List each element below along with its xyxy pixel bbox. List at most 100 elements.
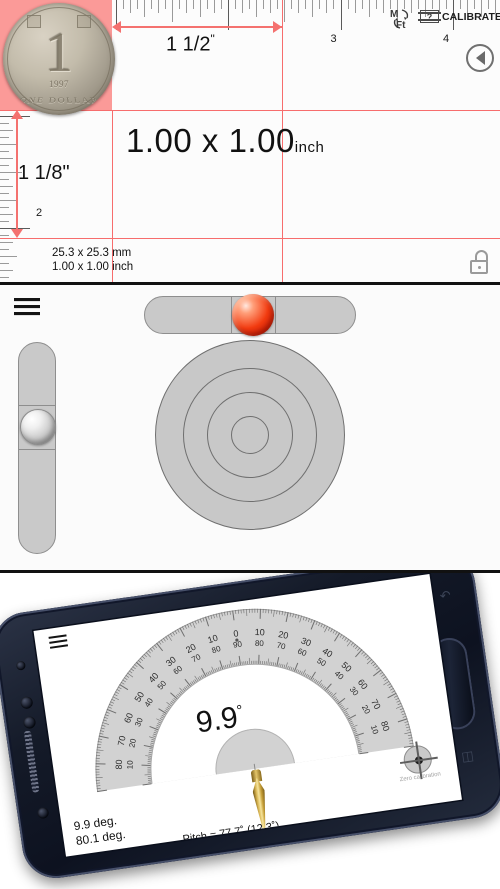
level-target-dial[interactable] <box>155 340 345 530</box>
protractor-tick <box>397 718 408 723</box>
protractor-tick <box>357 647 361 651</box>
protractor-tick <box>147 757 151 759</box>
phone-mic-icon <box>36 806 50 820</box>
calibrate-button[interactable]: ? CALIBRATE <box>418 8 500 25</box>
protractor-tick <box>363 653 367 657</box>
protractor-tick <box>304 673 307 677</box>
protractor-tick <box>329 691 332 695</box>
protractor-inner-number: 40 <box>143 696 156 709</box>
protractor-outer-number: 10 <box>206 633 219 646</box>
protractor-tick <box>335 631 338 635</box>
protractor-tick <box>95 774 100 776</box>
protractor-tick <box>191 681 194 685</box>
protractor-tick <box>108 703 113 707</box>
protractor-tick <box>348 719 352 722</box>
protractor-tick <box>160 716 164 719</box>
protractor-tick <box>353 731 357 733</box>
protractor-tick <box>245 661 247 665</box>
protractor-tick <box>182 626 185 631</box>
ruler-tick <box>0 213 13 215</box>
ruler-tick <box>0 164 9 166</box>
protractor-tick <box>97 741 102 743</box>
ruler-tick <box>136 0 138 9</box>
protractor-tick <box>383 680 390 686</box>
protractor-tick <box>384 678 388 682</box>
protractor-tick <box>322 685 325 689</box>
protractor-tick <box>357 745 362 747</box>
protractor-inner-number: 70 <box>190 652 203 664</box>
protractor-tick <box>310 620 316 630</box>
protractor-tick <box>276 610 278 615</box>
protractor-tick <box>281 611 283 616</box>
protractor-tick <box>215 613 218 618</box>
protractor-tick <box>223 665 225 669</box>
back-button[interactable] <box>466 44 494 72</box>
ruler-tick <box>347 0 349 9</box>
protractor-tick <box>312 677 315 681</box>
vertical-vial <box>18 342 56 554</box>
protractor-tick <box>292 667 295 671</box>
protractor-tick <box>299 670 302 674</box>
phone-device: ↶ ◫ 80 70 60 50 40 30 20 10 0 10 20 30 40 50 60 70 80 10 2… <box>0 573 500 889</box>
lock-toggle-button[interactable] <box>470 250 490 274</box>
protractor-tick <box>397 702 402 706</box>
protractor-zero-calibration-button[interactable]: Zero calibration <box>392 741 445 788</box>
protractor-tick <box>370 661 375 665</box>
protractor-tick <box>95 763 106 765</box>
protractor-tick <box>352 643 356 648</box>
level-menu-button[interactable] <box>14 298 40 316</box>
protractor-tick <box>147 759 151 761</box>
protractor-inner-number: 50 <box>315 656 328 669</box>
protractor-tick <box>240 609 242 614</box>
protractor-tick <box>330 693 334 696</box>
ruler-top-number: 3 <box>330 33 337 45</box>
selection-guide-bottom[interactable] <box>0 238 500 239</box>
protractor-tick <box>313 678 316 682</box>
ruler-tick <box>291 0 293 9</box>
protractor-tick <box>257 608 258 613</box>
protractor-tick <box>175 695 179 698</box>
ruler-tick <box>235 0 237 9</box>
back-soft-key-icon[interactable]: ↶ <box>439 587 452 604</box>
recent-apps-soft-key-icon[interactable]: ◫ <box>460 748 474 766</box>
protractor-tick <box>339 634 343 638</box>
height-label: 1 1/8" <box>18 162 70 184</box>
ruler-tick <box>178 0 180 9</box>
protractor-tick <box>336 700 340 703</box>
protractor-tick <box>199 618 202 623</box>
ruler-tick <box>199 0 201 17</box>
protractor-tick <box>172 631 175 636</box>
one-dollar-coin: 1 1997 ONE DOLLAR <box>3 3 115 115</box>
protractor-tick <box>346 715 350 718</box>
ruler-tick <box>164 0 166 9</box>
protractor-tick <box>367 656 371 661</box>
ruler-tick <box>0 136 9 138</box>
protractor-tick <box>151 739 155 741</box>
protractor-inner-number: 80 <box>255 639 265 648</box>
ruler-tick <box>319 0 321 9</box>
protractor-tick <box>404 731 412 735</box>
protractor-tick <box>285 612 289 623</box>
ruler-tick <box>305 0 307 9</box>
protractor-tick <box>226 611 229 616</box>
protractor-tick <box>259 608 261 619</box>
protractor-tick <box>142 783 152 786</box>
protractor-tick <box>200 675 203 679</box>
ruler-tick <box>0 157 13 159</box>
protractor-tick <box>357 743 364 746</box>
ruler-tick <box>0 206 9 208</box>
height-arrow-head-top <box>11 110 23 119</box>
protractor-tick <box>236 662 238 666</box>
protractor-tick <box>147 768 151 770</box>
protractor-tick <box>172 699 175 702</box>
protractor-inner-number: 20 <box>360 703 372 716</box>
ruler-tick <box>0 256 17 258</box>
protractor-tick <box>330 628 333 633</box>
coin-legend: ONE DOLLAR <box>16 96 102 106</box>
size-unit: inch <box>294 139 325 156</box>
hamburger-line-2 <box>14 305 40 308</box>
unit-toggle-button[interactable]: M Ft <box>388 6 414 32</box>
protractor-tick <box>96 746 101 748</box>
protractor-tick <box>359 751 369 755</box>
protractor-tick <box>267 658 269 665</box>
